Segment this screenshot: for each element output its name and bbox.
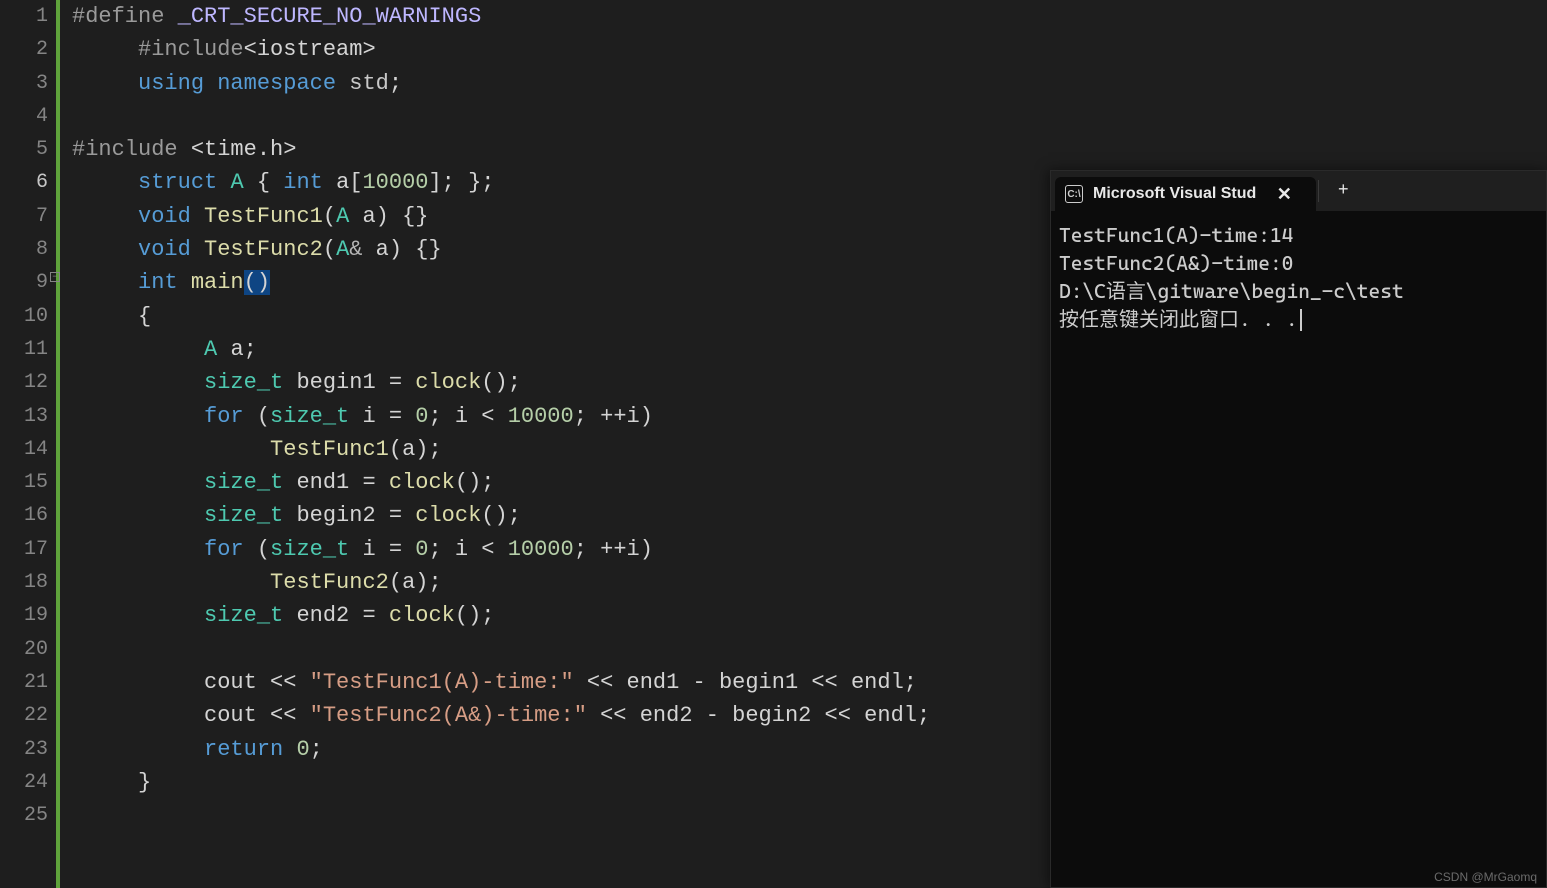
line-number: 9 [0, 266, 48, 299]
code-line[interactable] [72, 100, 1547, 133]
fold-collapse-icon[interactable]: − [50, 272, 60, 282]
line-number: 7 [0, 200, 48, 233]
terminal-line: D:\C语言\gitware\begin_-c\test [1059, 277, 1538, 305]
line-number: 4 [0, 100, 48, 133]
line-number: 11 [0, 333, 48, 366]
code-line[interactable]: using namespace std; [72, 67, 1547, 100]
line-number: 15 [0, 466, 48, 499]
terminal-output[interactable]: TestFunc1(A)-time:14TestFunc2(A&)-time:0… [1051, 211, 1546, 887]
cursor [1300, 309, 1302, 331]
new-tab-button[interactable]: + [1325, 173, 1361, 209]
terminal-titlebar[interactable]: C:\ Microsoft Visual Stud ✕ + [1051, 171, 1546, 211]
line-number: 16 [0, 499, 48, 532]
line-number: 12 [0, 366, 48, 399]
terminal-line: 按任意键关闭此窗口. . . [1059, 305, 1538, 333]
line-number: 18 [0, 566, 48, 599]
line-number: 23 [0, 733, 48, 766]
line-number: 20 [0, 633, 48, 666]
line-number: 25 [0, 799, 48, 832]
line-number: 10 [0, 300, 48, 333]
tab-close-button[interactable]: ✕ [1266, 176, 1302, 212]
line-number: 1 [0, 0, 48, 33]
line-number-gutter: 1234567891011121314151617181920212223242… [0, 0, 56, 888]
line-number: 19 [0, 599, 48, 632]
terminal-tab-title: Microsoft Visual Stud [1093, 185, 1256, 203]
code-line[interactable]: #include <time.h> [72, 133, 1547, 166]
code-line[interactable]: #include<iostream> [72, 33, 1547, 66]
line-number: 14 [0, 433, 48, 466]
terminal-line: TestFunc2(A&)-time:0 [1059, 249, 1538, 277]
cmd-icon: C:\ [1065, 185, 1083, 203]
terminal-line: TestFunc1(A)-time:14 [1059, 221, 1538, 249]
terminal-tab[interactable]: C:\ Microsoft Visual Stud ✕ [1055, 177, 1316, 211]
divider [1318, 180, 1319, 202]
line-number: 8 [0, 233, 48, 266]
line-number: 5 [0, 133, 48, 166]
line-number: 13 [0, 400, 48, 433]
line-number: 6 [0, 166, 48, 199]
line-number: 22 [0, 699, 48, 732]
line-number: 2 [0, 33, 48, 66]
line-number: 21 [0, 666, 48, 699]
line-number: 24 [0, 766, 48, 799]
terminal-window[interactable]: C:\ Microsoft Visual Stud ✕ + TestFunc1(… [1050, 170, 1547, 888]
line-number: 17 [0, 533, 48, 566]
line-number: 3 [0, 67, 48, 100]
code-line[interactable]: #define _CRT_SECURE_NO_WARNINGS [72, 0, 1547, 33]
watermark: CSDN @MrGaomq [1434, 870, 1537, 884]
